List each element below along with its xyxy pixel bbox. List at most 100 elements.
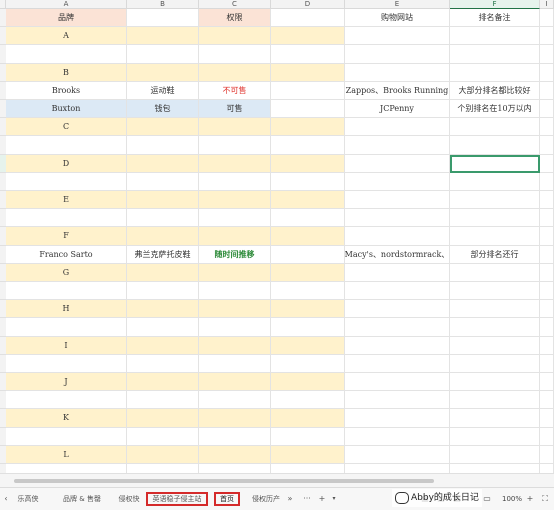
cell-c-5[interactable]: 不可售	[199, 81, 271, 100]
cell-c-14[interactable]: 随时间推移	[199, 245, 271, 264]
cell-f-25[interactable]	[450, 445, 540, 464]
sheet-tab[interactable]: 品牌 & 售罄	[56, 492, 108, 506]
cell-e-23[interactable]	[345, 409, 450, 428]
cell-d-19[interactable]	[271, 336, 345, 355]
cell-b-22[interactable]	[127, 391, 199, 410]
cell-f-4[interactable]	[450, 63, 540, 82]
cell-a-13[interactable]: F	[6, 227, 127, 246]
cell-c-6[interactable]: 可售	[199, 100, 271, 119]
cell-a-26[interactable]	[6, 464, 127, 473]
horizontal-scrollbar[interactable]	[0, 473, 554, 488]
cell-c-24[interactable]	[199, 427, 271, 446]
cell-i-4[interactable]	[540, 63, 554, 82]
cell-f-3[interactable]	[450, 45, 540, 64]
cell-i-23[interactable]	[540, 409, 554, 428]
cell-d-8[interactable]	[271, 136, 345, 155]
cell-b-5[interactable]: 运动鞋	[127, 81, 199, 100]
cell-f-21[interactable]	[450, 373, 540, 392]
cell-i-11[interactable]	[540, 191, 554, 210]
column-header-d[interactable]: D	[271, 0, 345, 9]
cell-a-3[interactable]	[6, 45, 127, 64]
cell-c-21[interactable]	[199, 373, 271, 392]
cell-d-9[interactable]	[271, 154, 345, 173]
cell-a-18[interactable]	[6, 318, 127, 337]
cell-i-12[interactable]	[540, 209, 554, 228]
cell-e-18[interactable]	[345, 318, 450, 337]
cell-c-16[interactable]	[199, 282, 271, 301]
cell-a-20[interactable]	[6, 354, 127, 373]
cell-b-24[interactable]	[127, 427, 199, 446]
cell-i-20[interactable]	[540, 354, 554, 373]
cell-a-17[interactable]: H	[6, 300, 127, 319]
cell-e-20[interactable]	[345, 354, 450, 373]
cell-f-10[interactable]	[450, 172, 540, 191]
cell-i-15[interactable]	[540, 263, 554, 282]
cell-f-16[interactable]	[450, 282, 540, 301]
cell-e-14[interactable]: Macy's、nordstormrack、	[345, 245, 450, 264]
sheet-tab[interactable]: 首页	[214, 492, 240, 506]
cell-i-3[interactable]	[540, 45, 554, 64]
cell-i-19[interactable]	[540, 336, 554, 355]
cell-b-1[interactable]	[127, 9, 199, 28]
cell-c-17[interactable]	[199, 300, 271, 319]
cell-e-15[interactable]	[345, 263, 450, 282]
cell-a-16[interactable]	[6, 282, 127, 301]
cell-i-10[interactable]	[540, 172, 554, 191]
cell-d-11[interactable]	[271, 191, 345, 210]
cell-b-2[interactable]	[127, 27, 199, 46]
cell-d-7[interactable]	[271, 118, 345, 137]
cell-e-7[interactable]	[345, 118, 450, 137]
cell-c-20[interactable]	[199, 354, 271, 373]
cell-a-11[interactable]: E	[6, 191, 127, 210]
cell-d-13[interactable]	[271, 227, 345, 246]
cell-i-14[interactable]	[540, 245, 554, 264]
cell-f-7[interactable]	[450, 118, 540, 137]
cell-i-18[interactable]	[540, 318, 554, 337]
cell-d-18[interactable]	[271, 318, 345, 337]
cell-a-6[interactable]: Buxton	[6, 100, 127, 119]
sheet-tab[interactable]: 侵权快	[114, 492, 144, 506]
cell-f-17[interactable]	[450, 300, 540, 319]
cell-c-26[interactable]	[199, 464, 271, 473]
cell-b-11[interactable]	[127, 191, 199, 210]
column-header-a[interactable]: A	[6, 0, 127, 9]
cell-d-10[interactable]	[271, 172, 345, 191]
cell-f-19[interactable]	[450, 336, 540, 355]
cell-c-23[interactable]	[199, 409, 271, 428]
cell-a-9[interactable]: D	[6, 154, 127, 173]
cell-i-26[interactable]	[540, 464, 554, 473]
cell-f-5[interactable]: 大部分排名都比较好	[450, 81, 540, 100]
cell-d-22[interactable]	[271, 391, 345, 410]
cell-f-15[interactable]	[450, 263, 540, 282]
cell-e-4[interactable]	[345, 63, 450, 82]
cell-c-12[interactable]	[199, 209, 271, 228]
cell-e-21[interactable]	[345, 373, 450, 392]
cell-f-1[interactable]: 排名备注	[450, 9, 540, 28]
cell-b-12[interactable]	[127, 209, 199, 228]
cell-d-26[interactable]	[271, 464, 345, 473]
cell-b-4[interactable]	[127, 63, 199, 82]
cell-a-12[interactable]	[6, 209, 127, 228]
cell-d-14[interactable]	[271, 245, 345, 264]
cell-b-19[interactable]	[127, 336, 199, 355]
scrollbar-thumb[interactable]	[14, 479, 434, 483]
cell-d-24[interactable]	[271, 427, 345, 446]
cell-d-15[interactable]	[271, 263, 345, 282]
cell-a-1[interactable]: 品牌	[6, 9, 127, 28]
cell-i-1[interactable]	[540, 9, 554, 28]
cell-b-14[interactable]: 弗兰克萨托皮鞋	[127, 245, 199, 264]
cell-a-21[interactable]: J	[6, 373, 127, 392]
cell-a-24[interactable]	[6, 427, 127, 446]
zoom-level[interactable]: 100%	[502, 492, 522, 506]
cell-a-5[interactable]: Brooks	[6, 81, 127, 100]
zoom-slider-icon[interactable]: ▭	[482, 492, 492, 506]
cell-b-13[interactable]	[127, 227, 199, 246]
cell-b-18[interactable]	[127, 318, 199, 337]
cell-f-22[interactable]	[450, 391, 540, 410]
cell-d-20[interactable]	[271, 354, 345, 373]
cell-f-14[interactable]: 部分排名还行	[450, 245, 540, 264]
cell-d-12[interactable]	[271, 209, 345, 228]
cell-d-23[interactable]	[271, 409, 345, 428]
cell-d-1[interactable]	[271, 9, 345, 28]
cell-f-18[interactable]	[450, 318, 540, 337]
